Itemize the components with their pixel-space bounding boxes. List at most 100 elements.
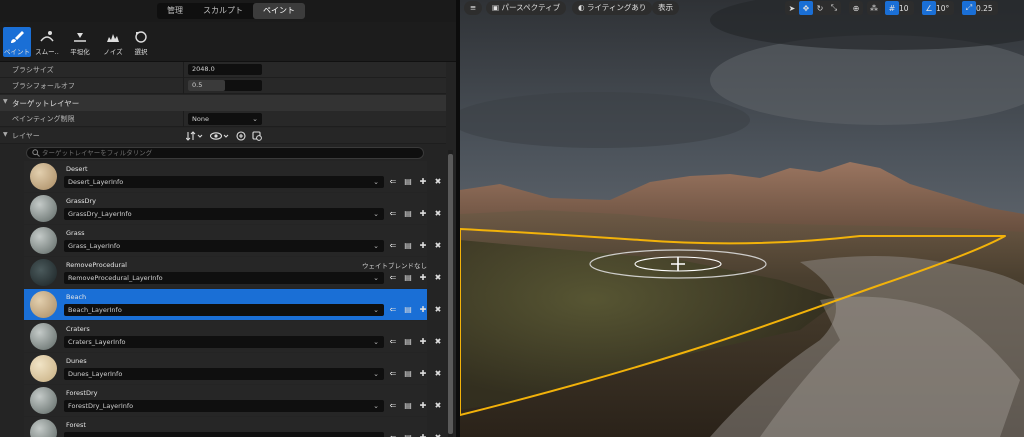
paint-tool-button[interactable]: ペイント <box>3 27 31 57</box>
world-space-toggle[interactable]: ⊕ <box>849 1 863 15</box>
browse-asset-icon[interactable]: ▤ <box>403 433 413 437</box>
brush-falloff-slider[interactable]: 0.5 <box>188 80 262 91</box>
flatten-tool-button[interactable]: 平坦化 <box>66 27 94 57</box>
add-plus-icon[interactable]: ✚ <box>418 337 428 347</box>
scrollbar-thumb[interactable] <box>448 154 453 434</box>
clear-x-icon[interactable]: ✖ <box>433 337 443 347</box>
layer-row[interactable]: ForestDry ForestDry_LayerInfo ⌄ ⇐ ▤ ✚ ✖ <box>24 385 441 416</box>
layer-row[interactable]: Dunes Dunes_LayerInfo ⌄ ⇐ ▤ ✚ ✖ <box>24 353 441 384</box>
chevron-down-icon: ⌄ <box>373 306 379 314</box>
grid-snap-icon: # <box>885 1 899 15</box>
terrain-scene <box>460 0 1024 437</box>
lighting-button[interactable]: ◐ ライティングあり <box>572 1 653 15</box>
smooth-tool-button[interactable]: スムー.. <box>33 27 61 57</box>
use-selected-asset-icon[interactable]: ⇐ <box>388 433 398 437</box>
browse-asset-icon[interactable]: ▤ <box>403 305 413 315</box>
layer-info-dropdown[interactable]: ForestDry_LayerInfo ⌄ <box>64 400 384 412</box>
layer-info-dropdown[interactable]: Dunes_LayerInfo ⌄ <box>64 368 384 380</box>
layer-row[interactable]: RemoveProcedural ウェイトブレンドなし RemoveProcedur… <box>24 257 441 288</box>
search-input[interactable] <box>42 148 412 158</box>
browse-asset-icon[interactable]: ▤ <box>403 241 413 251</box>
target-layers-section[interactable]: ▼ ターゲットレイヤー <box>0 95 446 111</box>
add-layer-icon[interactable] <box>236 131 246 141</box>
paint-restriction-dropdown[interactable]: None ⌄ <box>188 113 262 125</box>
layer-row[interactable]: Beach Beach_LayerInfo ⌄ ⇐ ▤ ✚ ✖ <box>24 289 441 320</box>
add-plus-icon[interactable]: ✚ <box>418 369 428 379</box>
clear-x-icon[interactable]: ✖ <box>433 177 443 187</box>
grid-snap-control[interactable]: # 10 <box>885 1 914 15</box>
clear-x-icon[interactable]: ✖ <box>433 401 443 411</box>
browse-asset-icon[interactable]: ▤ <box>403 209 413 219</box>
layer-name: GrassDry <box>66 197 96 205</box>
clear-x-icon[interactable]: ✖ <box>433 241 443 251</box>
clear-x-icon[interactable]: ✖ <box>433 209 443 219</box>
layer-info-dropdown[interactable]: GrassDry_LayerInfo ⌄ <box>64 208 384 220</box>
tab-sculpt[interactable]: スカルプト <box>193 3 253 19</box>
show-label: 表示 <box>658 3 673 12</box>
tab-manage[interactable]: 管理 <box>157 3 193 19</box>
browse-asset-icon[interactable]: ▤ <box>403 177 413 187</box>
layer-row[interactable]: Grass Grass_LayerInfo ⌄ ⇐ ▤ ✚ ✖ <box>24 225 441 256</box>
add-plus-icon[interactable]: ✚ <box>418 177 428 187</box>
select-tool-button[interactable]: 選択 <box>127 27 155 57</box>
clear-x-icon[interactable]: ✖ <box>433 369 443 379</box>
add-plus-icon[interactable]: ✚ <box>418 241 428 251</box>
layer-row[interactable]: Forest ⌄ ⇐ ▤ ✚ ✖ <box>24 417 441 437</box>
noise-tool-button[interactable]: ノイズ <box>99 27 127 57</box>
layer-actions: ⇐ ▤ ✚ ✖ <box>388 433 443 437</box>
use-selected-asset-icon[interactable]: ⇐ <box>388 401 398 411</box>
browse-asset-icon[interactable]: ▤ <box>403 273 413 283</box>
layer-info-dropdown[interactable]: Grass_LayerInfo ⌄ <box>64 240 384 252</box>
layer-info-dropdown[interactable]: ⌄ <box>64 432 384 437</box>
column-divider <box>183 62 184 78</box>
sort-icon[interactable] <box>186 131 204 141</box>
layer-info-dropdown[interactable]: RemoveProcedural_LayerInfo ⌄ <box>64 272 384 284</box>
scale-snap-control[interactable]: ⤢ 0.25 <box>962 1 998 15</box>
add-plus-icon[interactable]: ✚ <box>418 401 428 411</box>
use-selected-asset-icon[interactable]: ⇐ <box>388 337 398 347</box>
add-plus-icon[interactable]: ✚ <box>418 273 428 283</box>
use-selected-asset-icon[interactable]: ⇐ <box>388 241 398 251</box>
use-selected-asset-icon[interactable]: ⇐ <box>388 369 398 379</box>
move-icon[interactable]: ✥ <box>799 1 813 15</box>
layer-info-dropdown[interactable]: Craters_LayerInfo ⌄ <box>64 336 384 348</box>
use-selected-asset-icon[interactable]: ⇐ <box>388 273 398 283</box>
perspective-button[interactable]: ▣ パースペクティブ <box>486 1 567 15</box>
add-plus-icon[interactable]: ✚ <box>418 305 428 315</box>
grid-snap-value: 10 <box>899 3 909 13</box>
brush-size-value: 2048.0 <box>192 65 215 73</box>
layer-list-scrollbar[interactable] <box>448 150 453 437</box>
add-plus-icon[interactable]: ✚ <box>418 433 428 437</box>
browse-asset-icon[interactable]: ▤ <box>403 369 413 379</box>
visibility-eye-icon[interactable] <box>210 131 230 141</box>
rotation-snap-control[interactable]: ∠ 10° <box>922 1 955 15</box>
clear-x-icon[interactable]: ✖ <box>433 433 443 437</box>
scale-icon[interactable]: ⤡ <box>827 1 841 15</box>
layer-info-dropdown[interactable]: Desert_LayerInfo ⌄ <box>64 176 384 188</box>
layer-row[interactable]: Desert Desert_LayerInfo ⌄ ⇐ ▤ ✚ ✖ <box>24 161 441 192</box>
layer-info-dropdown[interactable]: Beach_LayerInfo ⌄ <box>64 304 384 316</box>
show-button[interactable]: 表示 <box>652 1 679 15</box>
use-selected-asset-icon[interactable]: ⇐ <box>388 209 398 219</box>
layer-thumbnail <box>30 259 57 286</box>
use-selected-asset-icon[interactable]: ⇐ <box>388 305 398 315</box>
browse-asset-icon[interactable]: ▤ <box>403 337 413 347</box>
surface-snap-toggle[interactable]: ⁂ <box>867 1 881 15</box>
add-plus-icon[interactable]: ✚ <box>418 209 428 219</box>
layer-row[interactable]: GrassDry GrassDry_LayerInfo ⌄ ⇐ ▤ ✚ ✖ <box>24 193 441 224</box>
layer-actions: ⇐ ▤ ✚ ✖ <box>388 369 443 379</box>
layer-name: Forest <box>66 421 86 429</box>
chevron-down-icon: ⌄ <box>373 432 379 437</box>
viewport-menu-button[interactable]: ≡ <box>464 1 482 15</box>
tab-paint[interactable]: ペイント <box>253 3 305 19</box>
clear-x-icon[interactable]: ✖ <box>433 273 443 283</box>
layer-row[interactable]: Craters Craters_LayerInfo ⌄ ⇐ ▤ ✚ ✖ <box>24 321 441 352</box>
rotate-icon[interactable]: ↻ <box>813 1 827 15</box>
select-arrow-icon[interactable]: ➤ <box>785 1 799 15</box>
use-selected-asset-icon[interactable]: ⇐ <box>388 177 398 187</box>
browse-asset-icon[interactable]: ▤ <box>403 401 413 411</box>
clear-x-icon[interactable]: ✖ <box>433 305 443 315</box>
layer-settings-icon[interactable] <box>252 131 262 141</box>
level-viewport[interactable]: ≡ ▣ パースペクティブ ◐ ライティングあり 表示 ➤ ✥ ↻ ⤡ ⊕ ⁂ #… <box>460 0 1024 437</box>
brush-size-input[interactable]: 2048.0 <box>188 64 262 75</box>
